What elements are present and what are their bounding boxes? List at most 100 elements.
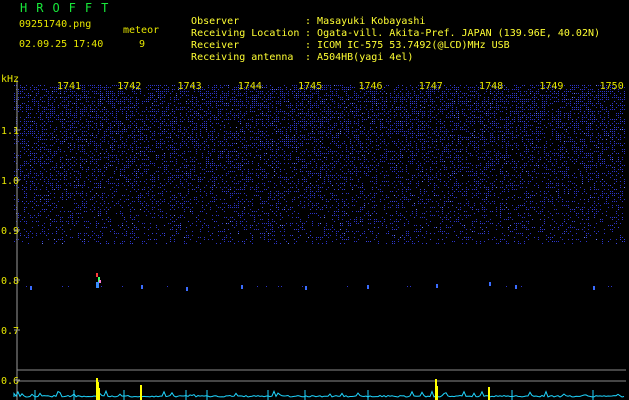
noise-dot xyxy=(336,93,337,94)
noise-dot xyxy=(126,99,127,100)
noise-dot xyxy=(264,145,265,146)
noise-dot xyxy=(524,131,525,132)
noise-dot xyxy=(194,111,195,112)
noise-dot xyxy=(328,111,329,112)
noise-dot xyxy=(246,127,247,128)
noise-dot xyxy=(78,131,79,132)
noise-dot xyxy=(314,139,315,140)
noise-dot xyxy=(244,153,245,154)
noise-dot xyxy=(44,111,45,112)
noise-dot xyxy=(322,153,323,154)
noise-dot xyxy=(522,103,523,104)
noise-dot xyxy=(330,85,331,86)
noise-dot xyxy=(254,105,255,106)
noise-dot xyxy=(284,117,285,118)
noise-dot xyxy=(446,147,447,148)
noise-dot xyxy=(180,107,181,108)
noise-dot xyxy=(386,127,387,128)
noise-dot xyxy=(140,147,141,148)
noise-dot xyxy=(522,121,523,122)
noise-dot xyxy=(238,95,239,96)
noise-dot xyxy=(516,109,517,110)
noise-dot xyxy=(402,97,403,98)
noise-dot xyxy=(612,139,613,140)
noise-dot xyxy=(212,139,213,140)
noise-dot xyxy=(516,113,517,114)
noise-dot xyxy=(558,145,559,146)
noise-dot xyxy=(576,147,577,148)
noise-dot xyxy=(458,103,459,104)
noise-dot xyxy=(44,109,45,110)
noise-dot xyxy=(196,125,197,126)
noise-dot xyxy=(358,111,359,112)
noise-dot xyxy=(140,127,141,128)
noise-dot xyxy=(464,129,465,130)
noise-dot xyxy=(174,127,175,128)
noise-dot xyxy=(296,151,297,152)
noise-dot xyxy=(476,107,477,108)
noise-dot xyxy=(582,119,583,120)
noise-dot xyxy=(152,115,153,116)
noise-dot xyxy=(28,113,29,114)
noise-dot xyxy=(426,123,427,124)
noise-dot xyxy=(480,121,481,122)
noise-dot xyxy=(520,119,521,120)
noise-dot xyxy=(412,133,413,134)
noise-dot xyxy=(456,125,457,126)
noise-dot xyxy=(366,105,367,106)
noise-dot xyxy=(254,127,255,128)
noise-dot xyxy=(298,115,299,116)
noise-dot xyxy=(498,127,499,128)
noise-dot xyxy=(614,129,615,130)
noise-dot xyxy=(340,131,341,132)
noise-dot xyxy=(18,141,19,142)
noise-dot xyxy=(522,105,523,106)
noise-dot xyxy=(342,117,343,118)
noise-dot xyxy=(172,125,173,126)
noise-dot xyxy=(508,95,509,96)
noise-dot xyxy=(288,127,289,128)
noise-dot xyxy=(168,105,169,106)
noise-dot xyxy=(584,105,585,106)
noise-dot xyxy=(338,107,339,108)
noise-dot xyxy=(578,103,579,104)
noise-dot xyxy=(458,93,459,94)
noise-dot xyxy=(382,93,383,94)
noise-dot xyxy=(404,149,405,150)
noise-dot xyxy=(266,105,267,106)
noise-dot xyxy=(450,125,451,126)
noise-dot xyxy=(478,105,479,106)
noise-dot xyxy=(104,97,105,98)
noise-dot xyxy=(568,115,569,116)
noise-dot xyxy=(332,137,333,138)
noise-dot xyxy=(568,113,569,114)
noise-dot xyxy=(204,143,205,144)
noise-dot xyxy=(300,145,301,146)
noise-dot xyxy=(416,137,417,138)
noise-dot xyxy=(132,151,133,152)
noise-dot xyxy=(120,139,121,140)
noise-dot xyxy=(620,105,621,106)
noise-dot xyxy=(496,109,497,110)
noise-dot xyxy=(390,151,391,152)
noise-dot xyxy=(76,97,77,98)
noise-dot xyxy=(510,145,511,146)
noise-dot xyxy=(158,87,159,88)
noise-dot xyxy=(532,101,533,102)
noise-dot xyxy=(38,101,39,102)
noise-dot xyxy=(482,153,483,154)
noise-dot xyxy=(48,151,49,152)
noise-dot xyxy=(338,129,339,130)
noise-dot xyxy=(422,153,423,154)
noise-dot xyxy=(376,93,377,94)
noise-dot xyxy=(282,127,283,128)
noise-dot xyxy=(394,99,395,100)
noise-dot xyxy=(400,99,401,100)
noise-dot xyxy=(524,109,525,110)
noise-dot xyxy=(252,143,253,144)
noise-dot xyxy=(50,113,51,114)
noise-dot xyxy=(570,91,571,92)
noise-dot xyxy=(312,111,313,112)
noise-dot xyxy=(280,89,281,90)
noise-dot xyxy=(486,151,487,152)
